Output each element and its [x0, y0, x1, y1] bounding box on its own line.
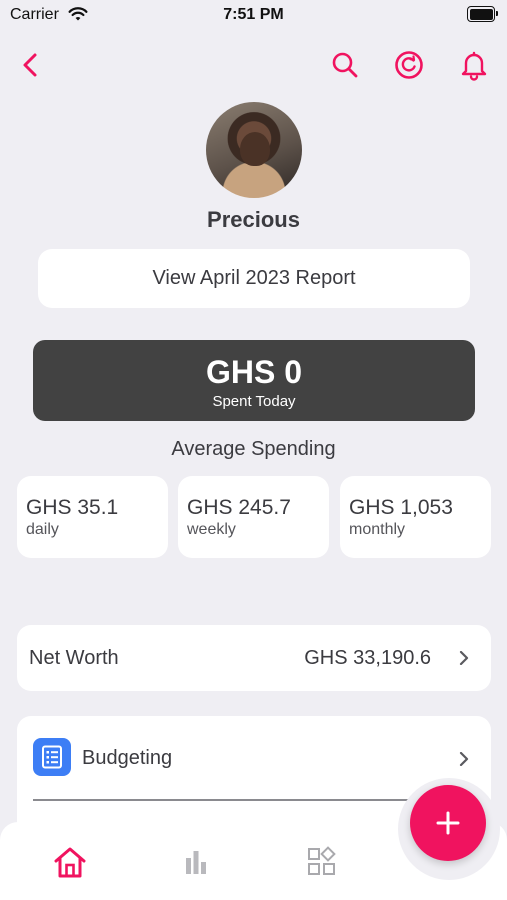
status-bar: Carrier 7:51 PM — [0, 0, 507, 32]
average-period: weekly — [187, 521, 236, 538]
clock: 7:51 PM — [223, 6, 284, 23]
average-value: GHS 245.7 — [187, 496, 291, 519]
average-period: monthly — [349, 521, 406, 538]
net-worth-row[interactable]: Net Worth GHS 33,190.6 — [17, 625, 491, 691]
average-value: GHS 1,053 — [349, 496, 453, 519]
home-icon — [54, 847, 86, 878]
average-period: daily — [26, 521, 59, 538]
search-button[interactable] — [326, 46, 364, 84]
notifications-button[interactable] — [455, 46, 493, 84]
profile-name: Precious — [207, 207, 300, 232]
chevron-right-icon — [459, 752, 469, 766]
battery-icon — [467, 6, 498, 22]
budgeting-label: Budgeting — [82, 747, 173, 769]
apps-grid-icon — [308, 846, 336, 875]
tab-apps[interactable] — [302, 842, 342, 882]
chevron-right-icon — [459, 651, 469, 665]
refresh-coin-icon — [395, 51, 423, 79]
average-daily-card: GHS 35.1 daily — [17, 476, 168, 558]
net-worth-label: Net Worth — [29, 647, 119, 669]
avatar[interactable] — [206, 102, 302, 198]
average-value: GHS 35.1 — [26, 496, 119, 519]
net-worth-value: GHS 33,190.6 — [304, 647, 431, 669]
divider — [33, 799, 413, 801]
tab-home[interactable] — [50, 842, 90, 882]
search-icon — [332, 52, 358, 78]
average-weekly-card: GHS 245.7 weekly — [178, 476, 329, 558]
view-report-button[interactable]: View April 2023 Report — [38, 249, 470, 308]
spent-today-label: Spent Today — [212, 393, 296, 410]
bar-chart-icon — [186, 851, 206, 874]
chevron-left-icon — [23, 53, 37, 77]
add-button[interactable] — [410, 785, 486, 861]
bell-icon — [461, 51, 487, 81]
plus-icon — [436, 811, 460, 835]
tab-statistics[interactable] — [176, 842, 216, 882]
spent-today-card: GHS 0 Spent Today — [33, 340, 475, 421]
average-spending-title: Average Spending — [171, 438, 336, 460]
refresh-button[interactable] — [390, 46, 428, 84]
budget-list-icon — [33, 738, 71, 776]
spent-today-amount: GHS 0 — [205, 354, 303, 390]
average-monthly-card: GHS 1,053 monthly — [340, 476, 491, 558]
back-button[interactable] — [12, 46, 50, 84]
